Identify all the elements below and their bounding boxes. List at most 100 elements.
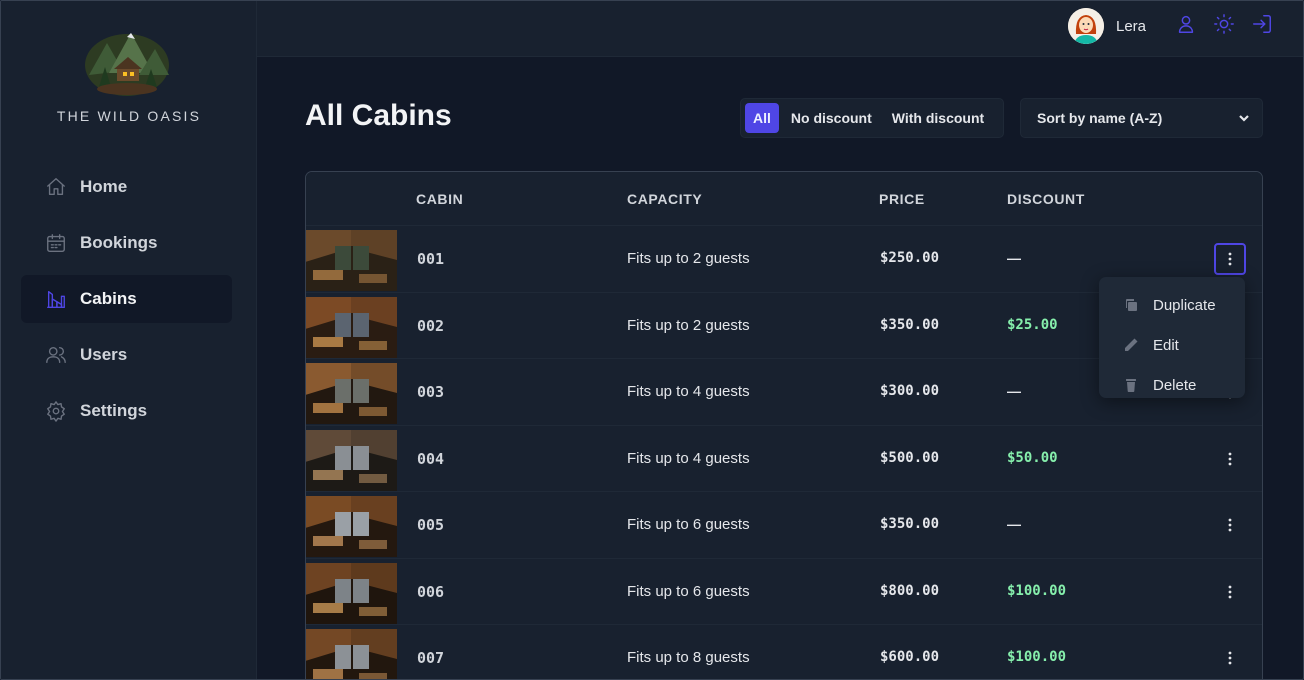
- cabin-name: 005: [417, 516, 445, 534]
- table-row: 006 Fits up to 6 guests $800.00 $100.00: [306, 558, 1262, 625]
- cabin-discount: —: [1007, 250, 1021, 266]
- cabin-thumbnail: [306, 296, 397, 358]
- cabin-icon: [47, 290, 65, 308]
- cabin-discount: $100.00: [1007, 582, 1067, 599]
- nav-item-users[interactable]: Users: [21, 331, 232, 379]
- row-actions-button[interactable]: [1214, 443, 1246, 475]
- sort-select[interactable]: Sort by name (A-Z): [1020, 98, 1263, 138]
- nav-item-label: Home: [80, 177, 128, 196]
- edit-menu-item[interactable]: Edit: [1099, 325, 1245, 365]
- sun-icon: [1214, 14, 1234, 34]
- logout-icon: [1253, 15, 1271, 33]
- account-button[interactable]: [1175, 13, 1199, 37]
- cabin-discount: —: [1007, 516, 1021, 532]
- nav-item-cabins[interactable]: Cabins: [21, 275, 232, 323]
- logout-button[interactable]: [1251, 13, 1275, 37]
- discount-filter: All No discount With discount: [740, 98, 1004, 138]
- column-header-cabin: CABIN: [416, 191, 464, 207]
- page-title: All Cabins: [305, 99, 452, 132]
- cabin-price: $350.00: [880, 516, 940, 532]
- cabin-discount: $100.00: [1007, 649, 1067, 665]
- pencil-icon: [1125, 338, 1138, 351]
- more-vertical-icon: [1228, 452, 1232, 465]
- menu-item-label: Edit: [1153, 336, 1179, 354]
- cabin-name: 007: [417, 649, 445, 667]
- filter-with-discount-button[interactable]: With discount: [884, 103, 992, 133]
- cabin-name: 001: [417, 250, 445, 268]
- cabin-capacity: Fits up to 2 guests: [627, 316, 750, 334]
- table-row: 007 Fits up to 8 guests $600.00 $100.00: [306, 625, 1262, 679]
- sidebar: THE WILD OASIS Home Bookings Cabins User…: [1, 1, 257, 679]
- cabin-capacity: Fits up to 4 guests: [627, 383, 750, 400]
- user-name: Lera: [1116, 18, 1147, 35]
- cabin-thumbnail: [306, 629, 397, 679]
- cabin-capacity: Fits up to 4 guests: [627, 449, 750, 467]
- cabin-price: $300.00: [880, 383, 940, 399]
- users-icon: [46, 346, 66, 364]
- nav-item-home[interactable]: Home: [21, 163, 232, 211]
- menu-item-label: Delete: [1153, 376, 1197, 394]
- cabin-thumbnail: [306, 562, 397, 624]
- theme-toggle-button[interactable]: [1213, 13, 1237, 37]
- filter-no-discount-button[interactable]: No discount: [783, 103, 880, 133]
- delete-menu-item[interactable]: Delete: [1099, 365, 1245, 405]
- cabin-price: $600.00: [880, 649, 940, 665]
- row-actions-button[interactable]: [1214, 509, 1246, 541]
- row-context-menu: Duplicate Edit Delete: [1099, 277, 1245, 398]
- home-icon: [47, 178, 65, 196]
- cabin-price: $800.00: [880, 582, 940, 599]
- column-header-capacity: CAPACITY: [627, 191, 703, 207]
- cabin-thumbnail: [306, 363, 397, 424]
- user-icon: [1178, 15, 1194, 33]
- row-actions-button[interactable]: [1214, 576, 1246, 608]
- avatar-image: [1068, 8, 1104, 44]
- row-actions-button[interactable]: [1214, 243, 1246, 275]
- more-vertical-icon: [1228, 651, 1232, 665]
- cabin-discount: $25.00: [1007, 316, 1058, 333]
- cabin-name: 002: [417, 316, 445, 335]
- cabin-discount: $50.00: [1007, 449, 1058, 466]
- cabin-name: 006: [417, 582, 445, 601]
- app-window: THE WILD OASIS Home Bookings Cabins User…: [0, 0, 1304, 680]
- cabin-thumbnail: [306, 496, 397, 557]
- more-vertical-icon: [1228, 585, 1232, 598]
- avatar[interactable]: [1068, 8, 1104, 44]
- cabin-name: 003: [417, 383, 445, 401]
- nav-item-label: Settings: [80, 401, 148, 420]
- main-nav: Home Bookings Cabins Users Settings: [21, 163, 232, 443]
- gear-icon: [47, 401, 65, 422]
- cabin-price: $350.00: [880, 316, 940, 333]
- logo: [85, 33, 169, 96]
- cabin-thumbnail: [306, 230, 397, 291]
- cabins-table: CABIN CAPACITY PRICE DISCOUNT 001 Fits up…: [305, 171, 1263, 679]
- trash-icon: [1126, 379, 1136, 393]
- brand-name: THE WILD OASIS: [56, 108, 202, 124]
- table-row: 004 Fits up to 4 guests $500.00 $50.00: [306, 425, 1262, 492]
- table-header: CABIN CAPACITY PRICE DISCOUNT: [306, 172, 1262, 226]
- filter-all-button[interactable]: All: [745, 103, 779, 133]
- nav-item-bookings[interactable]: Bookings: [21, 219, 232, 267]
- more-vertical-icon: [1228, 518, 1232, 532]
- copy-icon: [1126, 299, 1137, 311]
- nav-item-label: Bookings: [80, 233, 158, 252]
- top-header: Lera: [257, 1, 1303, 57]
- cabin-price: $500.00: [880, 449, 940, 466]
- chevron-down-icon: [1239, 115, 1249, 122]
- cabin-capacity: Fits up to 8 guests: [627, 649, 750, 666]
- menu-item-label: Duplicate: [1153, 296, 1216, 314]
- cabin-capacity: Fits up to 6 guests: [627, 516, 750, 533]
- more-vertical-icon: [1228, 252, 1232, 266]
- column-header-price: PRICE: [879, 191, 925, 207]
- cabin-name: 004: [417, 449, 445, 468]
- duplicate-menu-item[interactable]: Duplicate: [1099, 285, 1245, 325]
- cabin-capacity: Fits up to 2 guests: [627, 250, 750, 267]
- sort-select-value: Sort by name (A-Z): [1037, 110, 1163, 126]
- column-header-discount: DISCOUNT: [1007, 191, 1085, 207]
- cabin-thumbnail: [306, 429, 397, 491]
- row-actions-button[interactable]: [1214, 642, 1246, 674]
- calendar-icon: [47, 234, 65, 252]
- nav-item-label: Cabins: [80, 289, 137, 308]
- nav-item-settings[interactable]: Settings: [21, 387, 232, 435]
- cabin-capacity: Fits up to 6 guests: [627, 582, 750, 600]
- cabin-price: $250.00: [880, 250, 940, 266]
